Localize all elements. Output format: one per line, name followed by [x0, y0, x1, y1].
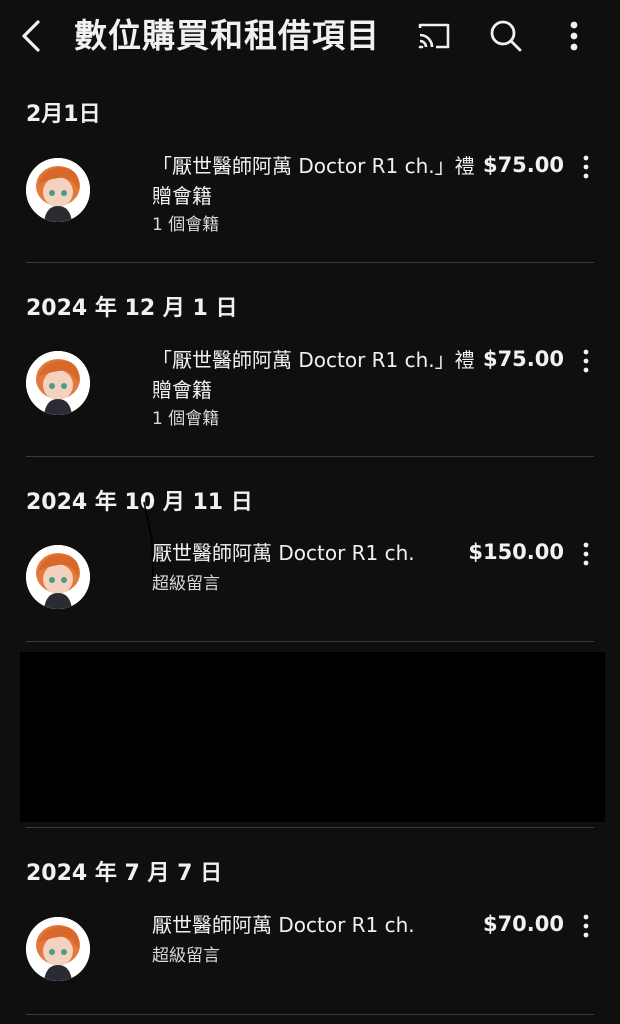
item-title: 厭世醫師阿萬 Doctor R1 ch.: [152, 541, 415, 565]
purchase-date: 2月1日: [26, 102, 101, 127]
channel-avatar[interactable]: [26, 351, 90, 415]
cast-icon[interactable]: [414, 16, 454, 56]
back-arrow-icon[interactable]: [14, 16, 50, 56]
item-more-icon[interactable]: [574, 539, 598, 569]
redacted-region: [20, 652, 605, 822]
divider: [26, 1014, 594, 1015]
channel-avatar[interactable]: [26, 545, 90, 609]
item-subtitle: 超級留言: [152, 946, 220, 966]
item-price: $150.00: [468, 540, 564, 564]
avatar-illustration: [26, 158, 90, 222]
item-more-icon[interactable]: [574, 911, 598, 941]
item-subtitle: 超級留言: [152, 574, 220, 594]
more-vert-icon[interactable]: [554, 16, 594, 56]
item-title-continued: 贈會籍: [152, 184, 212, 208]
page-title: 數位購買和租借項目: [74, 16, 380, 55]
avatar-illustration: [26, 545, 90, 609]
channel-avatar[interactable]: [26, 158, 90, 222]
divider: [26, 827, 594, 828]
search-icon[interactable]: [486, 16, 526, 56]
item-title: 「厭世醫師阿萬 Doctor R1 ch.」禮: [152, 154, 475, 178]
item-more-icon[interactable]: [574, 346, 598, 376]
item-title-continued: 贈會籍: [152, 378, 212, 402]
item-price: $70.00: [482, 912, 564, 936]
item-title: 「厭世醫師阿萬 Doctor R1 ch.」禮: [152, 348, 475, 372]
purchase-date: 2024 年 12 月 1 日: [26, 296, 238, 321]
divider: [26, 641, 594, 642]
item-price: $75.00: [482, 153, 564, 177]
app-bar: 數位購買和租借項目: [0, 0, 620, 72]
item-subtitle: 1 個會籍: [152, 409, 220, 429]
divider: [26, 262, 594, 263]
item-subtitle: 1 個會籍: [152, 215, 220, 235]
divider: [26, 456, 594, 457]
avatar-illustration: [26, 917, 90, 981]
item-price: $75.00: [482, 347, 564, 371]
item-title: 厭世醫師阿萬 Doctor R1 ch.: [152, 913, 415, 937]
purchase-date: 2024 年 7 月 7 日: [26, 861, 223, 886]
avatar-illustration: [26, 351, 90, 415]
item-more-icon[interactable]: [574, 152, 598, 182]
channel-avatar[interactable]: [26, 917, 90, 981]
